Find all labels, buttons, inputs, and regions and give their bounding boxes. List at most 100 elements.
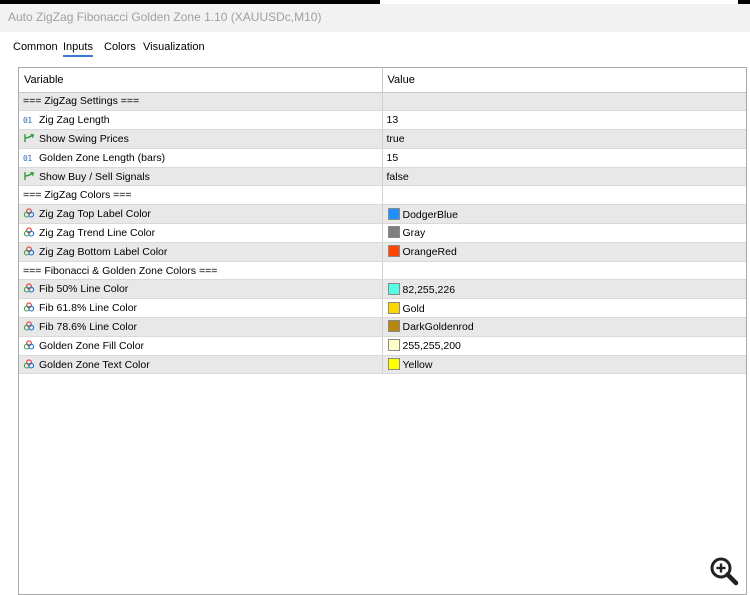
variable-cell[interactable]: Show Swing Prices xyxy=(19,129,383,149)
variable-cell[interactable]: Show Buy / Sell Signals xyxy=(19,167,383,187)
value-cell[interactable]: 255,255,200 xyxy=(382,336,746,356)
table-header: Variable Value xyxy=(19,68,746,93)
table-row[interactable]: 01 Golden Zone Length (bars) 15 xyxy=(19,148,746,168)
color-swatch xyxy=(387,301,400,314)
color-swatch xyxy=(387,358,400,371)
color-swatch xyxy=(387,339,400,352)
value-cell[interactable] xyxy=(382,261,746,281)
variable-cell[interactable]: 01 Golden Zone Length (bars) xyxy=(19,148,383,168)
variable-label: Zig Zag Bottom Label Color xyxy=(39,245,168,258)
bool-icon xyxy=(24,133,35,142)
bool-icon xyxy=(24,171,35,180)
table-row[interactable]: Golden Zone Text Color Yellow xyxy=(19,355,746,375)
value-label: Gold xyxy=(402,302,425,315)
value-cell[interactable]: OrangeRed xyxy=(382,242,746,262)
window-title: Auto ZigZag Fibonacci Golden Zone 1.10 (… xyxy=(0,4,750,32)
table-row[interactable]: Show Buy / Sell Signals false xyxy=(19,167,746,187)
variable-cell[interactable]: === Fibonacci & Golden Zone Colors === xyxy=(19,261,383,281)
color-icon xyxy=(23,358,35,369)
variable-label: === Fibonacci & Golden Zone Colors === xyxy=(23,264,218,277)
variable-label: Fib 50% Line Color xyxy=(39,283,129,296)
table-row[interactable]: Zig Zag Trend Line Color Gray xyxy=(19,223,746,243)
variable-cell[interactable]: Zig Zag Trend Line Color xyxy=(19,223,383,243)
table-row[interactable]: === ZigZag Colors === xyxy=(19,185,746,206)
value-label: DarkGoldenrod xyxy=(402,321,474,334)
color-icon xyxy=(23,208,35,218)
value-cell[interactable]: Yellow xyxy=(382,355,746,375)
variable-cell[interactable]: === ZigZag Colors === xyxy=(19,185,383,206)
table-row[interactable]: Fib 78.6% Line Color DarkGoldenrod xyxy=(19,317,746,337)
value-cell[interactable]: DarkGoldenrod xyxy=(382,317,746,337)
value-cell[interactable]: 82,255,226 xyxy=(382,279,746,300)
variable-label: === ZigZag Colors === xyxy=(23,189,132,202)
variable-label: Zig Zag Length xyxy=(39,114,110,127)
table-row[interactable]: Zig Zag Top Label Color DodgerBlue xyxy=(19,204,746,225)
variable-label: Golden Zone Text Color xyxy=(39,358,150,371)
table-row[interactable]: Show Swing Prices true xyxy=(19,129,746,149)
value-cell[interactable]: DodgerBlue xyxy=(382,204,746,225)
value-label: 13 xyxy=(386,114,399,127)
value-label: Yellow xyxy=(402,359,433,372)
tab-common[interactable]: Common xyxy=(13,41,58,53)
variable-cell[interactable]: Zig Zag Top Label Color xyxy=(19,204,383,225)
tab-visualization[interactable]: Visualization xyxy=(143,41,205,53)
color-swatch xyxy=(387,282,400,295)
variable-label: Fib 61.8% Line Color xyxy=(39,302,138,315)
variable-label: Golden Zone Length (bars) xyxy=(39,151,166,164)
variable-cell[interactable]: 01 Zig Zag Length xyxy=(19,110,383,131)
value-cell[interactable]: 13 xyxy=(382,110,746,131)
value-label: false xyxy=(386,170,409,183)
value-label: DodgerBlue xyxy=(402,208,458,221)
tab-bar: Common Inputs Colors Visualization xyxy=(0,32,750,60)
value-cell[interactable]: false xyxy=(382,167,746,187)
value-label: 15 xyxy=(386,151,399,164)
value-label: OrangeRed xyxy=(402,246,457,259)
variable-label: === ZigZag Settings === xyxy=(23,95,140,108)
value-label: true xyxy=(386,132,405,145)
variable-cell[interactable]: Golden Zone Text Color xyxy=(19,355,383,375)
value-label: Gray xyxy=(402,227,426,240)
color-icon xyxy=(23,302,35,312)
value-label: 255,255,200 xyxy=(402,340,461,353)
tab-colors[interactable]: Colors xyxy=(104,41,136,53)
table-row[interactable]: === Fibonacci & Golden Zone Colors === xyxy=(19,261,746,281)
color-icon xyxy=(23,246,35,256)
variable-cell[interactable]: Fib 78.6% Line Color xyxy=(19,317,383,337)
table-row[interactable]: 01 Zig Zag Length 13 xyxy=(19,110,746,131)
tab-inputs[interactable]: Inputs xyxy=(63,41,93,57)
column-header-value[interactable]: Value xyxy=(382,68,746,93)
table-row[interactable]: Zig Zag Bottom Label Color OrangeRed xyxy=(19,242,746,262)
value-cell[interactable]: 15 xyxy=(382,148,746,168)
value-cell[interactable] xyxy=(382,92,746,112)
variable-label: Zig Zag Top Label Color xyxy=(39,208,151,221)
inputs-table: Variable Value === ZigZag Settings === 01… xyxy=(19,68,746,375)
variable-label: Show Swing Prices xyxy=(39,132,129,145)
variable-cell[interactable]: Fib 50% Line Color xyxy=(19,279,383,300)
zoom-in-icon[interactable] xyxy=(707,554,741,588)
color-icon xyxy=(23,321,35,331)
integer-icon: 01 xyxy=(23,116,32,126)
table-row[interactable]: Golden Zone Fill Color 255,255,200 xyxy=(19,336,746,356)
value-cell[interactable]: Gold xyxy=(382,298,746,319)
color-swatch xyxy=(387,245,400,258)
variable-label: Golden Zone Fill Color xyxy=(39,339,145,352)
table-row[interactable]: === ZigZag Settings === xyxy=(19,92,746,112)
table-row[interactable]: Fib 61.8% Line Color Gold xyxy=(19,298,746,319)
variable-label: Zig Zag Trend Line Color xyxy=(39,226,156,239)
value-label: 82,255,226 xyxy=(402,283,456,296)
variable-cell[interactable]: === ZigZag Settings === xyxy=(19,92,383,112)
color-icon xyxy=(23,283,35,293)
integer-icon: 01 xyxy=(23,153,32,163)
variable-label: Show Buy / Sell Signals xyxy=(39,170,150,183)
variable-cell[interactable]: Golden Zone Fill Color xyxy=(19,336,383,356)
color-swatch xyxy=(387,207,400,220)
value-cell[interactable]: Gray xyxy=(382,223,746,243)
value-cell[interactable]: true xyxy=(382,129,746,149)
value-cell[interactable] xyxy=(382,185,746,206)
variable-cell[interactable]: Zig Zag Bottom Label Color xyxy=(19,242,383,262)
column-header-variable[interactable]: Variable xyxy=(19,68,383,93)
color-swatch xyxy=(387,320,400,333)
variable-label: Fib 78.6% Line Color xyxy=(39,320,138,333)
table-row[interactable]: Fib 50% Line Color 82,255,226 xyxy=(19,279,746,300)
variable-cell[interactable]: Fib 61.8% Line Color xyxy=(19,298,383,319)
